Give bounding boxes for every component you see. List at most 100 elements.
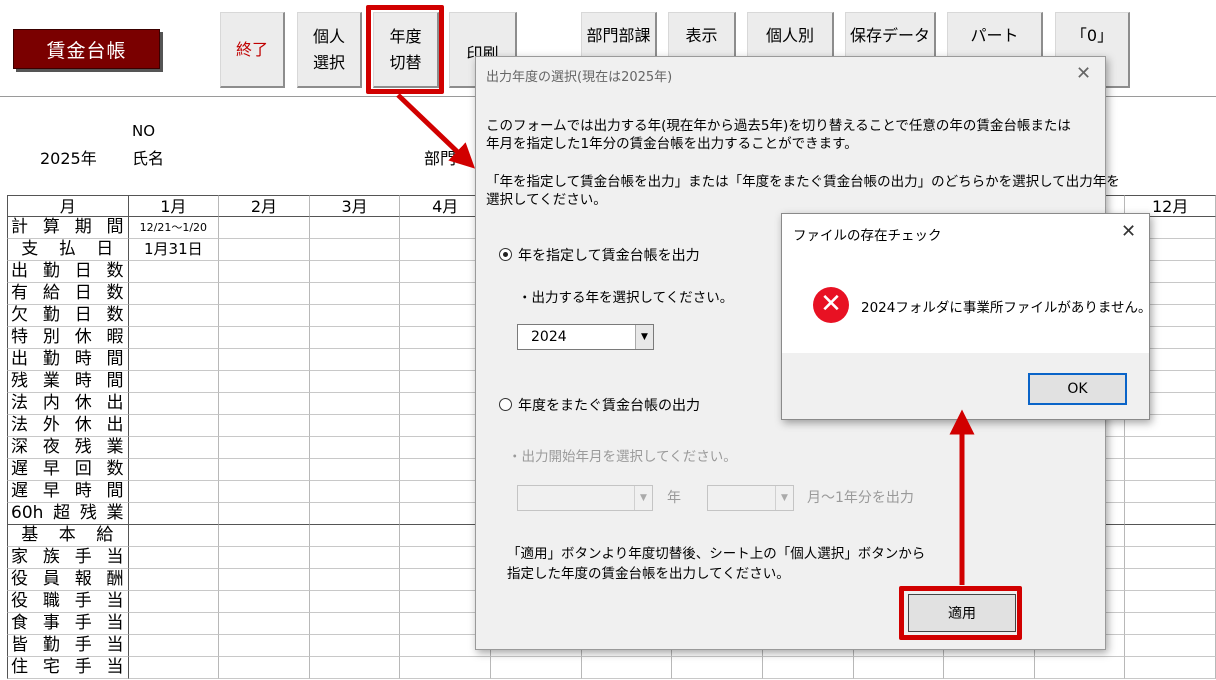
grid-cell[interactable] xyxy=(1125,547,1216,569)
grid-cell[interactable] xyxy=(219,657,310,679)
grid-cell[interactable]: 1月31日 xyxy=(128,239,220,261)
grid-cell[interactable] xyxy=(219,547,310,569)
grid-cell[interactable] xyxy=(309,657,401,679)
grid-cell[interactable] xyxy=(219,635,310,657)
month-col-3[interactable]: 3月 xyxy=(309,195,401,217)
chevron-down-icon[interactable]: ▼ xyxy=(634,486,652,510)
grid-cell[interactable] xyxy=(309,635,401,657)
grid-cell[interactable] xyxy=(219,459,310,481)
grid-cell[interactable] xyxy=(128,371,220,393)
option-year-label[interactable]: 年を指定して賃金台帳を出力 xyxy=(518,245,700,265)
grid-cell[interactable] xyxy=(672,657,763,679)
grid-cell[interactable] xyxy=(1125,613,1216,635)
grid-cell[interactable] xyxy=(309,547,401,569)
grid-cell[interactable] xyxy=(219,305,310,327)
grid-cell[interactable] xyxy=(1125,591,1216,613)
grid-cell[interactable] xyxy=(219,503,310,525)
close-icon[interactable]: ✕ xyxy=(1076,65,1091,83)
grid-cell[interactable] xyxy=(219,613,310,635)
grid-cell[interactable] xyxy=(309,437,401,459)
grid-cell[interactable] xyxy=(1125,525,1216,547)
grid-cell[interactable] xyxy=(944,657,1035,679)
personal-select-button[interactable]: 個人 選択 xyxy=(297,12,362,88)
month-col-2[interactable]: 2月 xyxy=(219,195,310,217)
grid-cell[interactable] xyxy=(309,305,401,327)
grid-cell[interactable] xyxy=(128,481,220,503)
grid-cell[interactable] xyxy=(309,217,401,239)
grid-cell[interactable] xyxy=(309,503,401,525)
grid-cell[interactable] xyxy=(309,327,401,349)
apply-button[interactable]: 適用 xyxy=(908,594,1016,632)
grid-cell[interactable] xyxy=(128,393,220,415)
grid-cell[interactable] xyxy=(128,459,220,481)
grid-cell[interactable] xyxy=(581,657,673,679)
year-select[interactable]: 2024 ▼ xyxy=(517,324,654,350)
grid-cell[interactable] xyxy=(128,657,220,679)
grid-cell[interactable] xyxy=(128,305,220,327)
grid-cell[interactable] xyxy=(128,591,220,613)
grid-cell[interactable] xyxy=(309,481,401,503)
grid-cell[interactable] xyxy=(219,261,310,283)
grid-cell[interactable] xyxy=(491,657,582,679)
grid-cell[interactable] xyxy=(219,437,310,459)
grid-cell[interactable] xyxy=(1125,635,1216,657)
grid-cell[interactable] xyxy=(309,261,401,283)
option-year-radio[interactable] xyxy=(499,248,512,261)
grid-cell[interactable] xyxy=(128,437,220,459)
ok-button[interactable]: OK xyxy=(1028,373,1127,405)
grid-cell[interactable] xyxy=(219,481,310,503)
chevron-down-icon[interactable]: ▼ xyxy=(775,486,793,510)
grid-cell[interactable] xyxy=(1125,437,1216,459)
grid-cell[interactable] xyxy=(128,327,220,349)
grid-cell[interactable] xyxy=(1125,657,1216,679)
grid-cell[interactable] xyxy=(1125,503,1216,525)
end-button[interactable]: 終了 xyxy=(220,12,285,88)
chevron-down-icon[interactable]: ▼ xyxy=(635,325,653,349)
grid-cell[interactable] xyxy=(309,591,401,613)
grid-cell[interactable] xyxy=(1125,569,1216,591)
grid-cell[interactable] xyxy=(309,613,401,635)
grid-cell[interactable] xyxy=(1034,657,1126,679)
year-switch-button[interactable]: 年度 切替 xyxy=(373,12,439,88)
grid-cell[interactable] xyxy=(309,415,401,437)
grid-cell[interactable] xyxy=(309,459,401,481)
grid-cell[interactable] xyxy=(309,371,401,393)
grid-cell[interactable] xyxy=(219,415,310,437)
grid-cell[interactable] xyxy=(219,327,310,349)
grid-cell[interactable] xyxy=(128,569,220,591)
grid-cell[interactable] xyxy=(128,613,220,635)
close-icon[interactable]: ✕ xyxy=(1121,223,1136,241)
grid-cell[interactable]: 12/21〜1/20 xyxy=(128,217,220,239)
grid-cell[interactable] xyxy=(309,393,401,415)
grid-cell[interactable] xyxy=(219,525,310,547)
grid-cell[interactable] xyxy=(219,239,310,261)
grid-cell[interactable] xyxy=(762,657,854,679)
grid-cell[interactable] xyxy=(853,657,945,679)
month-col-1[interactable]: 1月 xyxy=(128,195,220,217)
start-month-select[interactable]: ▼ xyxy=(707,485,794,511)
grid-cell[interactable] xyxy=(128,261,220,283)
grid-cell[interactable] xyxy=(309,569,401,591)
grid-cell[interactable] xyxy=(309,349,401,371)
grid-cell[interactable] xyxy=(219,283,310,305)
grid-cell[interactable] xyxy=(400,657,492,679)
grid-cell[interactable] xyxy=(309,525,401,547)
grid-cell[interactable] xyxy=(219,569,310,591)
grid-cell[interactable] xyxy=(219,371,310,393)
grid-cell[interactable] xyxy=(128,283,220,305)
grid-cell[interactable] xyxy=(219,393,310,415)
grid-cell[interactable] xyxy=(128,503,220,525)
grid-cell[interactable] xyxy=(128,415,220,437)
grid-cell[interactable] xyxy=(128,349,220,371)
option-span-radio[interactable] xyxy=(499,398,512,411)
grid-cell[interactable] xyxy=(219,349,310,371)
grid-cell[interactable] xyxy=(219,591,310,613)
option-span-label[interactable]: 年度をまたぐ賃金台帳の出力 xyxy=(518,395,700,415)
grid-cell[interactable] xyxy=(128,547,220,569)
grid-cell[interactable] xyxy=(128,525,220,547)
grid-cell[interactable] xyxy=(1125,481,1216,503)
grid-cell[interactable] xyxy=(219,217,310,239)
grid-cell[interactable] xyxy=(309,283,401,305)
grid-cell[interactable] xyxy=(128,635,220,657)
grid-cell[interactable] xyxy=(309,239,401,261)
